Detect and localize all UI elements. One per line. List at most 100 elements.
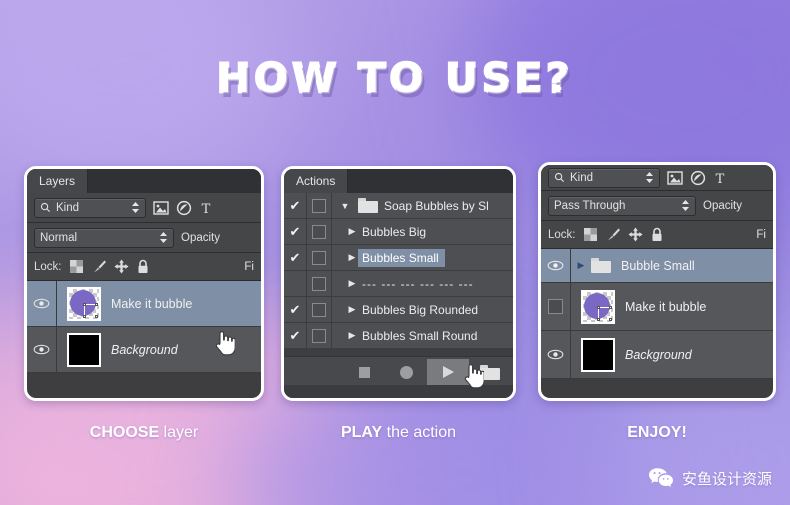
image-filter-icon[interactable] [153, 200, 169, 215]
layer-row[interactable]: Make it bubble [541, 283, 773, 331]
checkbox-icon [312, 302, 326, 317]
layer-name: Make it bubble [625, 299, 707, 314]
group-disclosure-triangle-icon[interactable]: ▶ [571, 260, 591, 271]
folder-icon [480, 364, 500, 380]
chevron-updown-icon[interactable] [681, 199, 690, 212]
lock-all-padlock-icon[interactable] [136, 259, 150, 274]
filter-kind-select[interactable]: Kind [34, 197, 146, 218]
search-icon [40, 202, 51, 213]
record-button[interactable] [385, 359, 427, 385]
action-dialog-toggle[interactable] [306, 245, 332, 270]
action-row[interactable]: ✔ ▶ Bubbles Big Rounded [284, 297, 513, 323]
layers-panel: Layers Kind T Normal Opacity Lock: Fi Ma… [24, 166, 264, 401]
disclosure-triangle-right-icon[interactable]: ▶ [332, 304, 358, 315]
image-filter-icon[interactable] [667, 170, 683, 185]
type-filter-icon[interactable]: T [713, 171, 727, 185]
eye-icon [33, 344, 50, 355]
disclosure-triangle-right-icon[interactable]: ▶ [332, 330, 358, 341]
blend-mode-bar: Pass Through Opacity [541, 191, 773, 221]
panel1-tabbar: Layers [27, 169, 261, 193]
layer-row[interactable]: ▶ Bubble Small [541, 249, 773, 283]
action-dialog-toggle[interactable] [306, 219, 332, 244]
lock-transparency-icon[interactable] [69, 259, 84, 274]
new-set-button[interactable] [469, 359, 511, 385]
blend-mode-select[interactable]: Pass Through [548, 195, 696, 216]
layer-row[interactable]: Background [27, 327, 261, 373]
layer-name: Background [111, 342, 178, 357]
disclosure-triangle-right-icon[interactable]: ▶ [332, 226, 358, 237]
lock-image-brush-icon[interactable] [605, 227, 621, 242]
action-row[interactable]: ✔ ▶ Bubbles Small Round [284, 323, 513, 349]
layer-thumbnail-background [67, 332, 101, 367]
action-row[interactable]: ✔ ▶ Bubbles Small [284, 245, 513, 271]
action-label: Soap Bubbles by Sl [384, 198, 489, 213]
action-toggle-check[interactable]: ✔ [284, 302, 306, 318]
eye-off-icon [548, 299, 563, 314]
checkbox-icon [312, 328, 326, 343]
lock-position-move-icon[interactable] [627, 227, 643, 242]
chevron-updown-icon[interactable] [159, 231, 168, 244]
caption-strong: CHOOSE [89, 424, 160, 441]
lock-transparency-icon[interactable] [583, 227, 598, 242]
layer-visibility-toggle[interactable] [27, 281, 57, 326]
transform-box-icon [83, 302, 98, 318]
action-label: Bubbles Big Rounded [362, 302, 479, 317]
action-row[interactable]: ✔ ▼ Soap Bubbles by Sl [284, 193, 513, 219]
layer-visibility-toggle[interactable] [541, 249, 571, 282]
action-dialog-toggle[interactable] [306, 193, 332, 218]
opacity-label: Opacity [181, 231, 220, 244]
layer-filter-bar: Kind T [541, 165, 773, 191]
caption-play-action: PLAY the action [281, 424, 516, 442]
lock-image-brush-icon[interactable] [91, 259, 107, 274]
actions-toolbar [284, 356, 513, 398]
action-row[interactable]: ✔ ▶ Bubbles Big [284, 219, 513, 245]
eye-icon [547, 349, 564, 360]
layer-thumbnail-cell [57, 332, 111, 367]
play-triangle-icon [443, 366, 454, 378]
action-dialog-toggle[interactable] [306, 297, 332, 322]
chevron-updown-icon[interactable] [131, 201, 140, 214]
type-filter-icon[interactable]: T [199, 201, 213, 215]
tabbar-empty-space [88, 169, 261, 193]
play-button[interactable] [427, 359, 469, 385]
wechat-icon [648, 467, 674, 489]
caption-light: the action [382, 424, 457, 441]
blend-mode-select[interactable]: Normal [34, 227, 174, 248]
adjustment-filter-icon[interactable] [176, 200, 192, 216]
stop-button[interactable] [343, 359, 385, 385]
eye-icon [547, 260, 564, 271]
layer-thumbnail-cell [57, 286, 111, 321]
filter-kind-label: Kind [570, 171, 594, 184]
adjustment-filter-icon[interactable] [690, 170, 706, 186]
svg-text:T: T [716, 172, 725, 185]
chevron-updown-icon[interactable] [645, 171, 654, 184]
poster-background: HOW TO USE? Layers Kind T Normal Opacity… [0, 0, 790, 505]
lock-all-padlock-icon[interactable] [650, 227, 664, 242]
layer-visibility-toggle[interactable] [541, 283, 571, 330]
fill-label: Fi [756, 228, 766, 241]
action-label: --- --- --- --- --- --- [362, 276, 474, 291]
disclosure-triangle-right-icon[interactable]: ▶ [332, 278, 358, 289]
caption-choose-layer: CHOOSE layer [24, 424, 264, 442]
layer-name: Background [625, 347, 692, 362]
actions-panel: Actions ✔ ▼ Soap Bubbles by Sl ✔ ▶ Bubbl… [281, 166, 516, 401]
tab-actions[interactable]: Actions [284, 169, 349, 193]
record-circle-icon [399, 365, 413, 379]
action-dialog-toggle[interactable] [306, 323, 332, 348]
disclosure-triangle-down-icon[interactable]: ▼ [332, 201, 358, 211]
action-toggle-check[interactable]: ✔ [284, 224, 306, 240]
action-toggle-check[interactable]: ✔ [284, 250, 306, 266]
layer-visibility-toggle[interactable] [541, 331, 571, 378]
layer-row[interactable]: Background [541, 331, 773, 379]
disclosure-triangle-right-icon[interactable]: ▶ [332, 252, 358, 263]
filter-kind-select[interactable]: Kind [548, 167, 660, 188]
lock-position-move-icon[interactable] [113, 259, 129, 274]
tab-layers[interactable]: Layers [27, 169, 89, 193]
action-dialog-toggle[interactable] [306, 271, 332, 296]
layer-visibility-toggle[interactable] [27, 327, 57, 372]
action-toggle-check[interactable]: ✔ [284, 328, 306, 344]
action-row[interactable]: ▶ --- --- --- --- --- --- [284, 271, 513, 297]
layer-row[interactable]: Make it bubble [27, 281, 261, 327]
layer-thumbnail-bubble [67, 286, 101, 321]
action-toggle-check[interactable]: ✔ [284, 198, 306, 214]
